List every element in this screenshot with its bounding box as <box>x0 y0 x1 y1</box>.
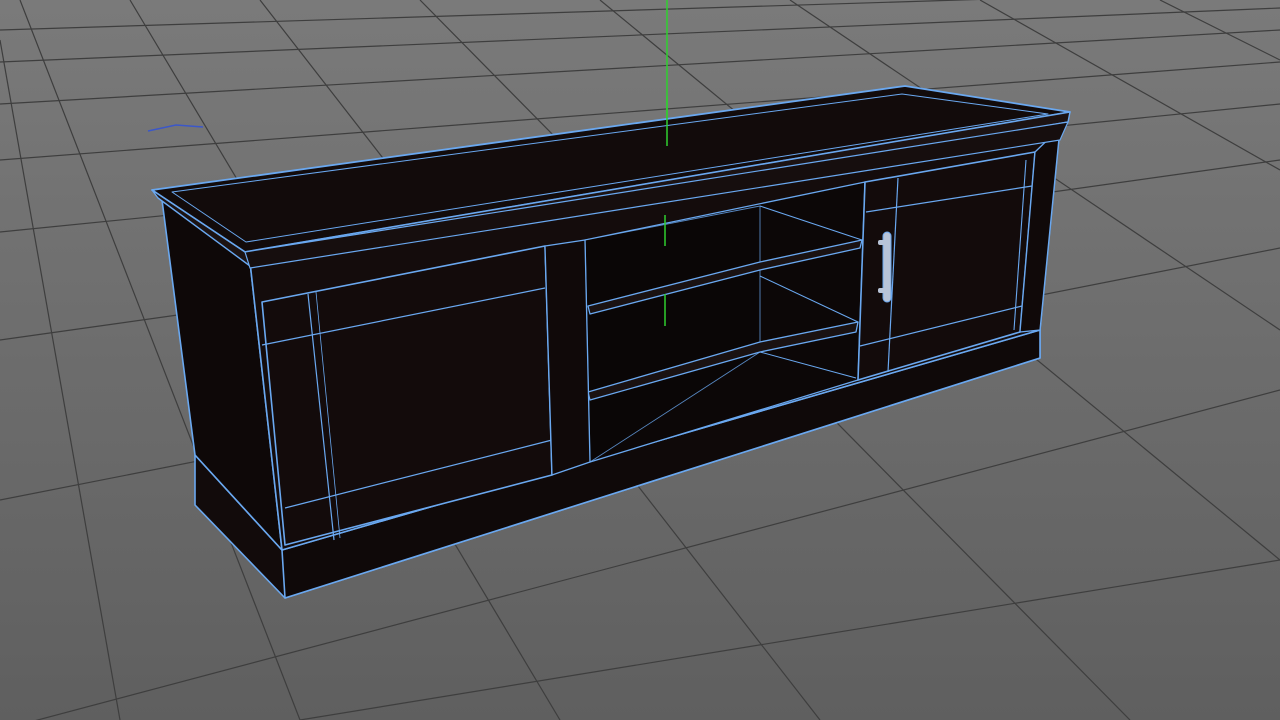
viewport-canvas[interactable] <box>0 0 1280 720</box>
3d-viewport[interactable] <box>0 0 1280 720</box>
